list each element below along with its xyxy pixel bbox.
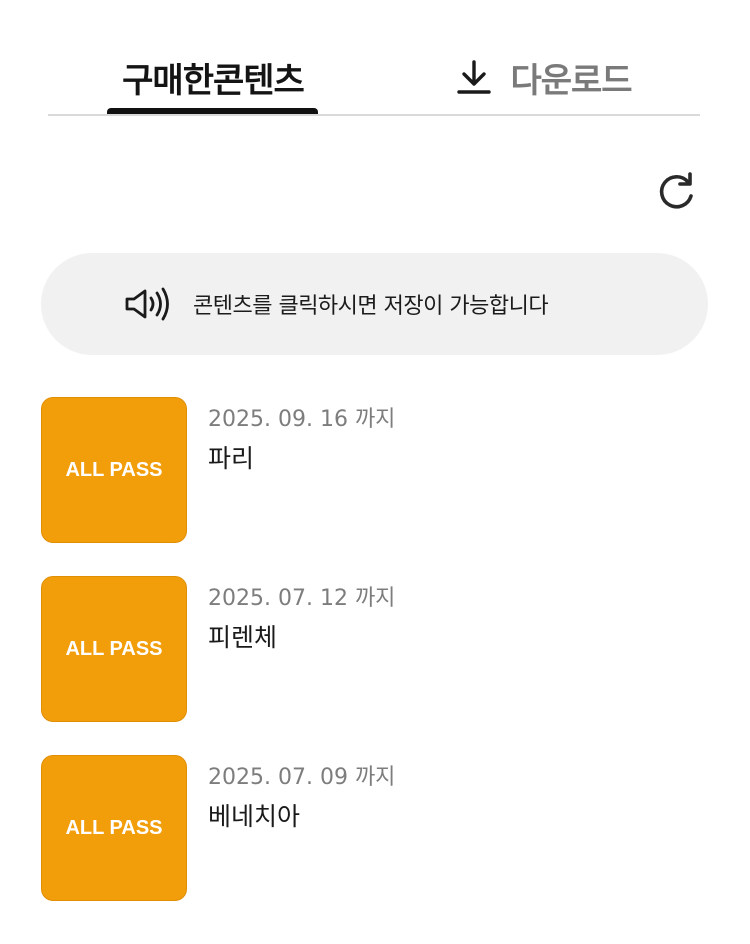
content-item-paris[interactable]: ALL PASS 2025. 09. 16 까지 파리 [41, 397, 721, 543]
notice-banner: 콘텐츠를 클릭하시면 저장이 가능합니다 [41, 253, 708, 355]
content-title[interactable]: 베네치아 [208, 797, 300, 833]
content-title[interactable]: 피렌체 [208, 618, 277, 654]
tab-purchased-contents[interactable]: 구매한콘텐츠 [108, 50, 318, 104]
tab-bar: 구매한콘텐츠 다운로드 [0, 0, 750, 118]
speaker-icon [125, 287, 169, 321]
expiry-date: 2025. 09. 16 까지 [208, 407, 396, 432]
expiry-date: 2025. 07. 09 까지 [208, 765, 396, 790]
notice-text: 콘텐츠를 클릭하시면 저장이 가능합니다 [193, 294, 549, 319]
content-item-firenze[interactable]: ALL PASS 2025. 07. 12 까지 피렌체 [41, 576, 721, 722]
tab-download[interactable]: 다운로드 [444, 50, 644, 104]
tab-purchased-label: 구매한콘텐츠 [122, 60, 305, 101]
content-item-venezia[interactable]: ALL PASS 2025. 07. 09 까지 베네치아 [41, 755, 721, 901]
download-icon [457, 60, 492, 94]
content-thumbnail[interactable]: ALL PASS [41, 755, 187, 901]
content-title[interactable]: 파리 [208, 439, 254, 475]
tab-download-label: 다운로드 [510, 60, 632, 101]
expiry-date: 2025. 07. 12 까지 [208, 586, 396, 611]
tab-divider [48, 114, 700, 116]
refresh-icon[interactable] [654, 170, 698, 214]
content-thumbnail[interactable]: ALL PASS [41, 576, 187, 722]
content-thumbnail[interactable]: ALL PASS [41, 397, 187, 543]
